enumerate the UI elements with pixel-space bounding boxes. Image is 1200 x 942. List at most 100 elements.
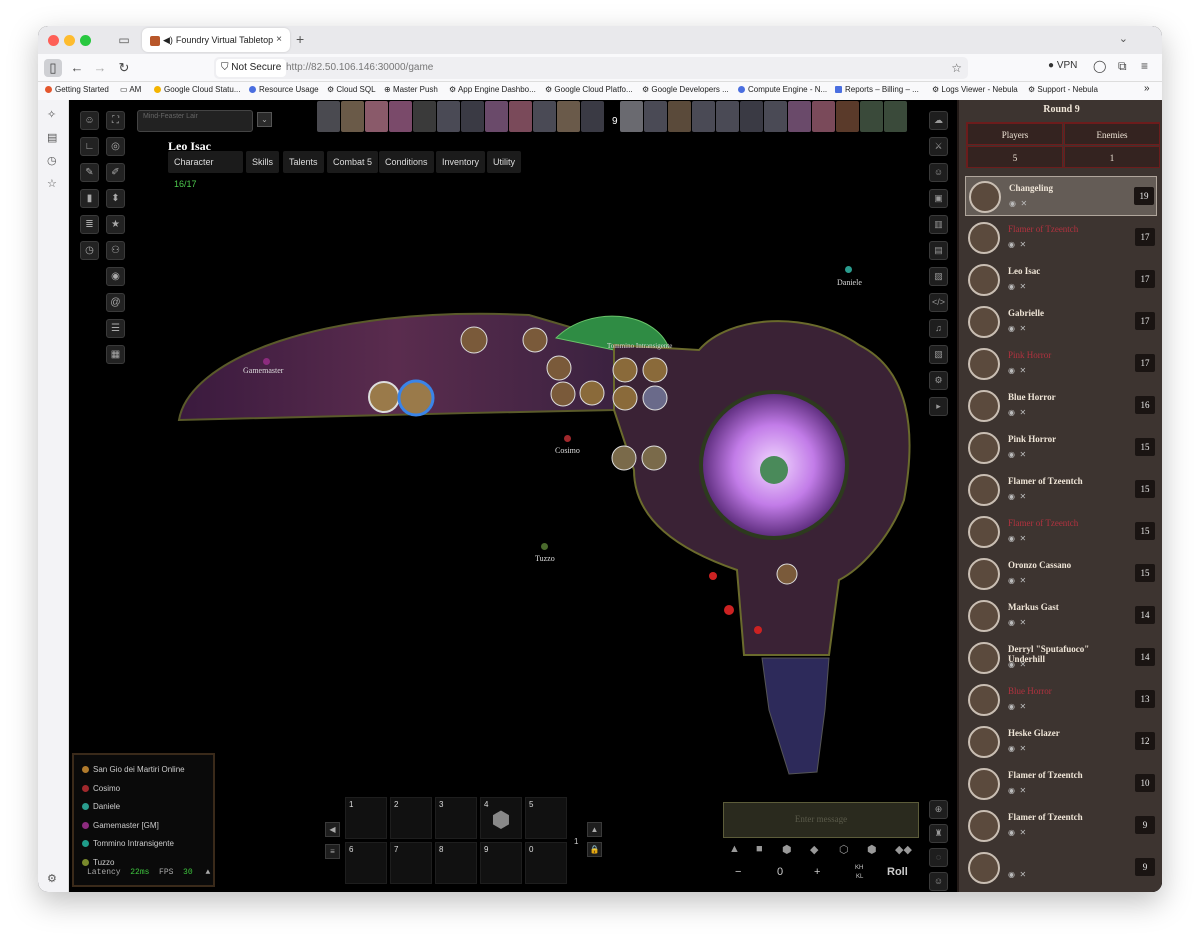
decrease-modifier-button[interactable]: − xyxy=(735,866,741,878)
hotbar-slot[interactable]: 2 xyxy=(390,797,432,839)
tables-icon[interactable]: ▤ xyxy=(929,241,948,260)
macro-directory-icon[interactable]: ≡ xyxy=(325,844,340,859)
defeated-icon[interactable]: ✕ xyxy=(1019,744,1026,753)
compendium-icon[interactable]: ▧ xyxy=(929,345,948,364)
bookmark-item[interactable]: Getting Started xyxy=(45,85,109,94)
combatant-row[interactable]: Changeling ◉ ✕ 19 xyxy=(965,176,1157,216)
bookmark-item[interactable]: Resource Usage xyxy=(249,85,319,94)
collapse-sidebar-icon[interactable]: ▸ xyxy=(929,397,948,416)
combatant-avatar[interactable] xyxy=(969,181,1001,213)
menu-icon[interactable]: ≡ xyxy=(1141,59,1148,73)
d8-icon[interactable]: ⬢ xyxy=(782,843,792,856)
bookmark-item[interactable]: Google Cloud Statu... xyxy=(154,85,241,94)
chat-icon[interactable]: ☁ xyxy=(929,111,948,130)
visibility-icon[interactable]: ◉ xyxy=(1008,366,1015,375)
roll-button[interactable]: Roll xyxy=(887,866,908,878)
hide-icon[interactable]: ◌ xyxy=(929,848,948,867)
token-controls-icon[interactable]: ☺ xyxy=(80,111,99,130)
extensions-icon[interactable]: ⧉ xyxy=(1118,59,1127,74)
initiative-value[interactable]: 16 xyxy=(1135,396,1155,414)
vpn-button[interactable]: ● VPN xyxy=(1048,60,1077,71)
token[interactable] xyxy=(611,445,637,471)
combatant-row[interactable]: Flamer of Tzeentch ◉ ✕ 9 xyxy=(965,806,1157,846)
not-secure-badge[interactable]: ⛉ Not Secure xyxy=(216,59,287,77)
initiative-value[interactable]: 13 xyxy=(1135,690,1155,708)
scene-selector[interactable]: Mind-Feaster Lair xyxy=(137,110,253,132)
combatant-row[interactable]: Oronzo Cassano ◉ ✕ 15 xyxy=(965,554,1157,594)
synced-tabs-icon[interactable]: ▤ xyxy=(47,131,57,144)
close-window-button[interactable] xyxy=(48,35,59,46)
elevation-icon[interactable]: ⬍ xyxy=(106,189,125,208)
bookmarks-icon[interactable]: ☆ xyxy=(47,177,57,190)
token[interactable] xyxy=(776,563,798,585)
roll-mode-icon[interactable]: ♜ xyxy=(929,824,948,843)
combatant-avatar[interactable] xyxy=(968,726,1000,758)
browser-tab[interactable]: ◀) Foundry Virtual Tabletop × xyxy=(142,28,290,52)
d10-icon[interactable]: ◆ xyxy=(810,843,818,856)
combatant-portrait[interactable] xyxy=(788,101,811,132)
url-text[interactable]: http://82.50.106.146:30000/game xyxy=(286,57,433,79)
combatant-avatar[interactable] xyxy=(968,684,1000,716)
journal-icon[interactable]: ▥ xyxy=(929,215,948,234)
combatant-portrait[interactable] xyxy=(389,101,412,132)
chevron-down-icon[interactable]: ⌄ xyxy=(1119,32,1128,45)
combatant-row[interactable]: Blue Horror ◉ ✕ 16 xyxy=(965,386,1157,426)
bookmark-item[interactable]: ⚙ Support - Nebula xyxy=(1028,85,1098,94)
player-row[interactable]: Tuzzo xyxy=(82,858,115,867)
combatant-avatar[interactable] xyxy=(968,768,1000,800)
url-bar[interactable]: ⛉ Not Secure http://82.50.106.146:30000/… xyxy=(214,57,968,79)
combatant-portrait[interactable] xyxy=(581,101,604,132)
visibility-icon[interactable]: ◉ xyxy=(1008,324,1015,333)
hotbar-slot[interactable]: 1 xyxy=(345,797,387,839)
minimize-window-button[interactable] xyxy=(64,35,75,46)
combatant-portrait[interactable] xyxy=(485,101,508,132)
draw-icon[interactable]: ✎ xyxy=(80,163,99,182)
initiative-value[interactable]: 9 xyxy=(1135,858,1155,876)
defeated-icon[interactable]: ✕ xyxy=(1019,324,1026,333)
combatant-portrait[interactable] xyxy=(533,101,556,132)
hotbar-slot[interactable]: 6 xyxy=(345,842,387,884)
spiral-icon[interactable]: @ xyxy=(106,293,125,312)
more-bookmarks-icon[interactable]: » xyxy=(1144,83,1150,94)
token[interactable] xyxy=(579,380,605,406)
visibility-icon[interactable]: ◉ xyxy=(1008,702,1015,711)
tab-conditions[interactable]: Conditions xyxy=(379,151,434,173)
visibility-icon[interactable]: ◉ xyxy=(1008,744,1015,753)
d20-icon[interactable]: ⬢ xyxy=(867,843,877,856)
token[interactable] xyxy=(546,355,572,381)
initiative-value[interactable]: 17 xyxy=(1135,228,1155,246)
combatant-portrait[interactable] xyxy=(716,101,739,132)
visibility-icon[interactable]: ◉ xyxy=(1008,240,1015,249)
actors-icon[interactable]: ☺ xyxy=(929,163,948,182)
visibility-icon[interactable]: ◉ xyxy=(1008,408,1015,417)
defeated-icon[interactable]: ✕ xyxy=(1019,786,1026,795)
initiative-value[interactable]: 19 xyxy=(1134,187,1154,205)
hotbar-slot[interactable]: 7 xyxy=(390,842,432,884)
player-row[interactable]: Cosimo xyxy=(82,784,120,793)
bookmark-item[interactable]: ⊕ Master Push xyxy=(384,85,438,94)
measure-icon[interactable]: ∟ xyxy=(80,137,99,156)
combatant-avatar[interactable] xyxy=(968,558,1000,590)
initiative-value[interactable]: 10 xyxy=(1135,774,1155,792)
hotbar-slot[interactable]: 4 ⬢ xyxy=(480,797,522,839)
combat-icon[interactable]: ⚔ xyxy=(929,137,948,156)
ai-sparkle-icon[interactable]: ✧ xyxy=(47,108,56,121)
combatant-row[interactable]: Flamer of Tzeentch ◉ ✕ 15 xyxy=(965,470,1157,510)
combatant-avatar[interactable] xyxy=(968,516,1000,548)
bookmark-icon[interactable]: ▮ xyxy=(80,189,99,208)
token[interactable] xyxy=(642,385,668,411)
combatant-avatar[interactable] xyxy=(968,432,1000,464)
record-icon[interactable]: ◉ xyxy=(106,267,125,286)
combatant-portrait[interactable] xyxy=(461,101,484,132)
d12-icon[interactable]: ⬡ xyxy=(839,843,849,856)
combatant-portrait[interactable] xyxy=(644,101,667,132)
sidebar-toggle-icon[interactable]: ▯ xyxy=(44,59,62,77)
target-icon[interactable]: ◎ xyxy=(106,137,125,156)
combatant-avatar[interactable] xyxy=(968,264,1000,296)
lock-icon[interactable]: 🔒 xyxy=(587,842,602,857)
history-icon[interactable]: ◷ xyxy=(47,154,57,167)
combatant-row[interactable]: Flamer of Tzeentch ◉ ✕ 17 xyxy=(965,218,1157,258)
visibility-icon[interactable]: ◉ xyxy=(1008,828,1015,837)
tab-overview-icon[interactable]: ▭ xyxy=(116,32,132,48)
defeated-icon[interactable]: ✕ xyxy=(1019,240,1026,249)
